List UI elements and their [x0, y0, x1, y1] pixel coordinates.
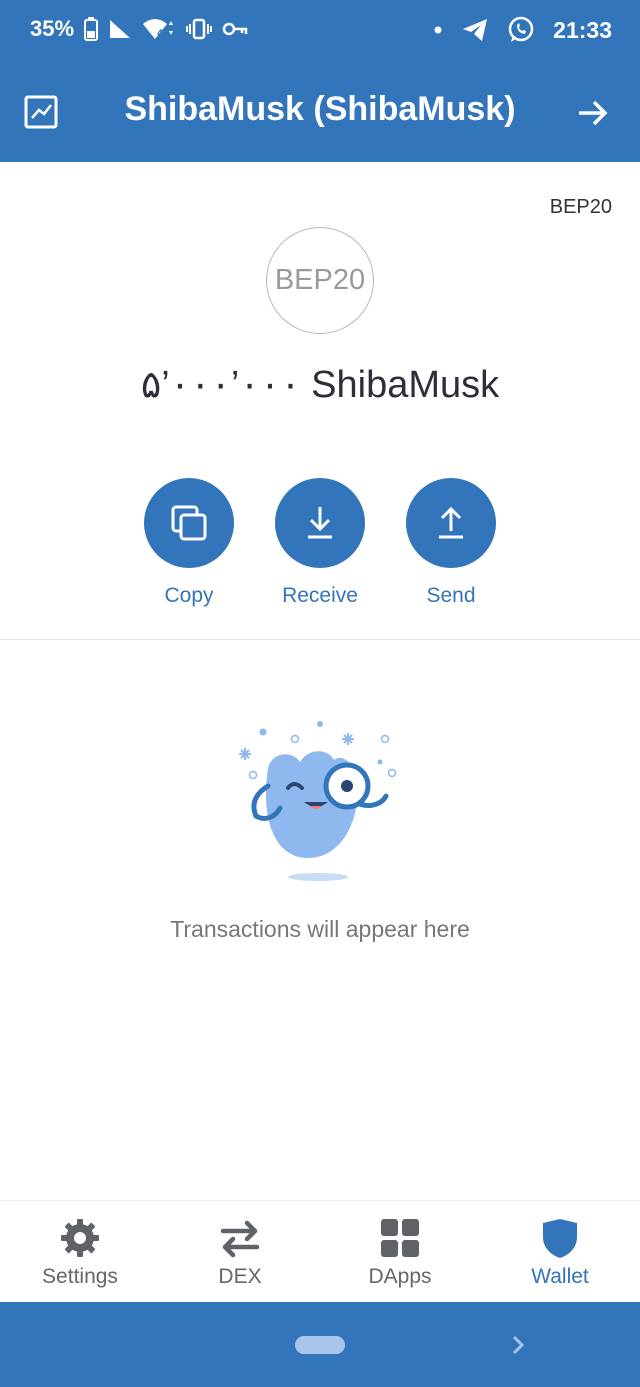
copy-label: Copy: [164, 584, 214, 607]
vibrate-icon: [186, 18, 213, 40]
swap-icon: [219, 1217, 261, 1259]
app-bar: ShibaMusk (ShibaMusk): [0, 62, 640, 162]
nav-item-wallet[interactable]: Wallet: [480, 1201, 640, 1303]
notification-dot-icon: [433, 25, 443, 35]
upload-icon[interactable]: [406, 478, 496, 568]
clock: 21:33: [553, 16, 612, 43]
empty-state-illustration: [230, 712, 410, 888]
chart-icon[interactable]: [24, 95, 60, 129]
send-label: Send: [426, 584, 476, 607]
arrow-right-icon[interactable]: [576, 96, 610, 130]
empty-state-message: Transactions will appear here: [170, 916, 470, 942]
status-bar: 35% 4 21:33: [0, 0, 640, 62]
svg-text:4: 4: [157, 29, 163, 39]
receive-button[interactable]: Receive: [250, 478, 390, 608]
download-icon[interactable]: [275, 478, 365, 568]
nav-label-dex: DEX: [218, 1265, 262, 1288]
battery-icon: [84, 17, 99, 41]
system-nav-bar: [0, 1302, 640, 1387]
battery-percent: 35%: [30, 16, 75, 41]
copy-button[interactable]: Copy: [119, 478, 259, 608]
grid-icon: [379, 1217, 421, 1259]
telegram-icon: [461, 17, 489, 43]
bottom-nav: Settings DEX DApps Wallet: [0, 1200, 640, 1302]
signal-icon: [108, 18, 132, 40]
chevron-right-icon[interactable]: [508, 1332, 528, 1358]
home-handle[interactable]: [295, 1336, 345, 1354]
section-divider: [0, 639, 640, 640]
shield-icon: [539, 1217, 581, 1259]
whatsapp-icon: [507, 16, 535, 44]
nav-label-settings: Settings: [42, 1265, 118, 1288]
status-right: 21:33: [433, 16, 612, 44]
token-balance: ۵’۰۰۰’۰۰۰ ShibaMusk: [140, 364, 500, 406]
wifi-icon: 4: [142, 18, 176, 40]
nav-item-dex[interactable]: DEX: [160, 1201, 320, 1303]
nav-label-dapps: DApps: [368, 1265, 432, 1288]
nav-item-dapps[interactable]: DApps: [320, 1201, 480, 1303]
send-button[interactable]: Send: [381, 478, 521, 608]
nav-label-wallet: Wallet: [531, 1265, 589, 1288]
token-logo-text: BEP20: [274, 264, 366, 296]
page-title: ShibaMusk (ShibaMusk): [124, 90, 516, 128]
copy-icon[interactable]: [144, 478, 234, 568]
gear-icon: [59, 1217, 101, 1259]
receive-label: Receive: [282, 584, 358, 607]
token-logo: BEP20: [266, 227, 374, 334]
nav-item-settings[interactable]: Settings: [0, 1201, 160, 1303]
network-tag: BEP20: [549, 196, 612, 218]
vpn-key-icon: [222, 19, 248, 39]
status-left: 35% 4: [30, 16, 248, 42]
